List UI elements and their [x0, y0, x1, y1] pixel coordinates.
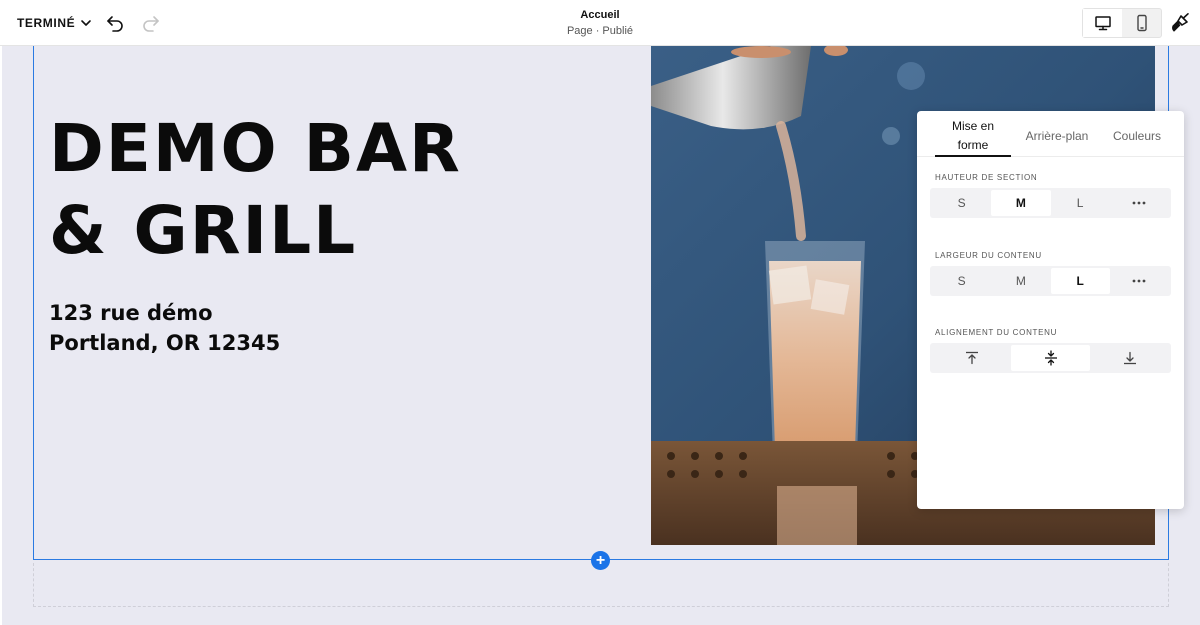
desktop-icon	[1094, 16, 1111, 31]
hero-title-line: & GRILL	[49, 192, 358, 269]
redo-icon	[143, 16, 159, 32]
panel-tabs: Mise en forme Arrière-plan Couleurs	[917, 111, 1184, 157]
address-line: 123 rue démo	[49, 301, 213, 325]
mobile-view-button[interactable]	[1122, 9, 1161, 37]
address-line: Portland, OR 12345	[49, 331, 281, 355]
content-width-m[interactable]: M	[991, 268, 1050, 294]
done-button[interactable]: TERMINÉ	[17, 13, 92, 33]
tab-arriere-plan[interactable]: Arrière-plan	[1020, 116, 1094, 157]
section-style-panel: Mise en forme Arrière-plan Couleurs HAUT…	[917, 111, 1184, 509]
content-width-label: LARGEUR DU CONTENU	[935, 251, 1042, 260]
site-styles-button[interactable]	[1169, 12, 1191, 34]
content-width-selector: S M L	[930, 266, 1171, 296]
align-bottom-button[interactable]	[1090, 345, 1169, 371]
device-toggle	[1082, 8, 1162, 38]
hero-title-line: DEMO BAR	[49, 110, 462, 187]
paintbrush-icon	[1172, 13, 1189, 32]
editor-toolbar: TERMINÉ Accueil Page · Publié	[0, 0, 1200, 46]
hero-address[interactable]: 123 rue démo Portland, OR 12345	[49, 298, 449, 358]
more-dots-icon	[1132, 279, 1146, 283]
section-height-more-button[interactable]	[1110, 190, 1169, 216]
page-title-block: Accueil Page · Publié	[500, 9, 700, 39]
content-width-more-button[interactable]	[1110, 268, 1169, 294]
canvas-edge	[0, 46, 2, 625]
page-status: Page · Publié	[566, 25, 634, 37]
done-label: TERMINÉ	[17, 16, 76, 30]
redo-button[interactable]	[140, 12, 162, 34]
mobile-icon	[1136, 14, 1147, 32]
align-top-icon	[965, 351, 978, 365]
section-height-label: HAUTEUR DE SECTION	[935, 173, 1038, 182]
align-middle-button[interactable]	[1011, 345, 1090, 371]
content-width-s[interactable]: S	[932, 268, 991, 294]
desktop-view-button[interactable]	[1083, 9, 1122, 37]
undo-icon	[107, 16, 123, 32]
tab-couleurs[interactable]: Couleurs	[1097, 116, 1177, 157]
content-alignment-selector	[930, 343, 1171, 373]
chevron-down-icon	[81, 20, 92, 26]
more-dots-icon	[1132, 201, 1146, 205]
content-alignment-label: ALIGNEMENT DU CONTENU	[935, 328, 1058, 337]
align-bottom-icon	[1123, 351, 1136, 365]
page-title: Accueil	[580, 9, 620, 21]
content-width-l[interactable]: L	[1050, 268, 1110, 294]
section-height-s[interactable]: S	[932, 190, 991, 216]
section-height-m[interactable]: M	[991, 190, 1051, 216]
hero-title[interactable]: DEMO BAR & GRILL	[49, 108, 609, 272]
add-section-button[interactable]: +	[591, 551, 610, 570]
tab-mise-en-forme[interactable]: Mise en forme	[935, 116, 1011, 157]
align-top-button[interactable]	[932, 345, 1011, 371]
align-middle-icon	[1044, 350, 1057, 366]
section-height-l[interactable]: L	[1051, 190, 1110, 216]
section-height-selector: S M L	[930, 188, 1171, 218]
undo-button[interactable]	[104, 12, 126, 34]
